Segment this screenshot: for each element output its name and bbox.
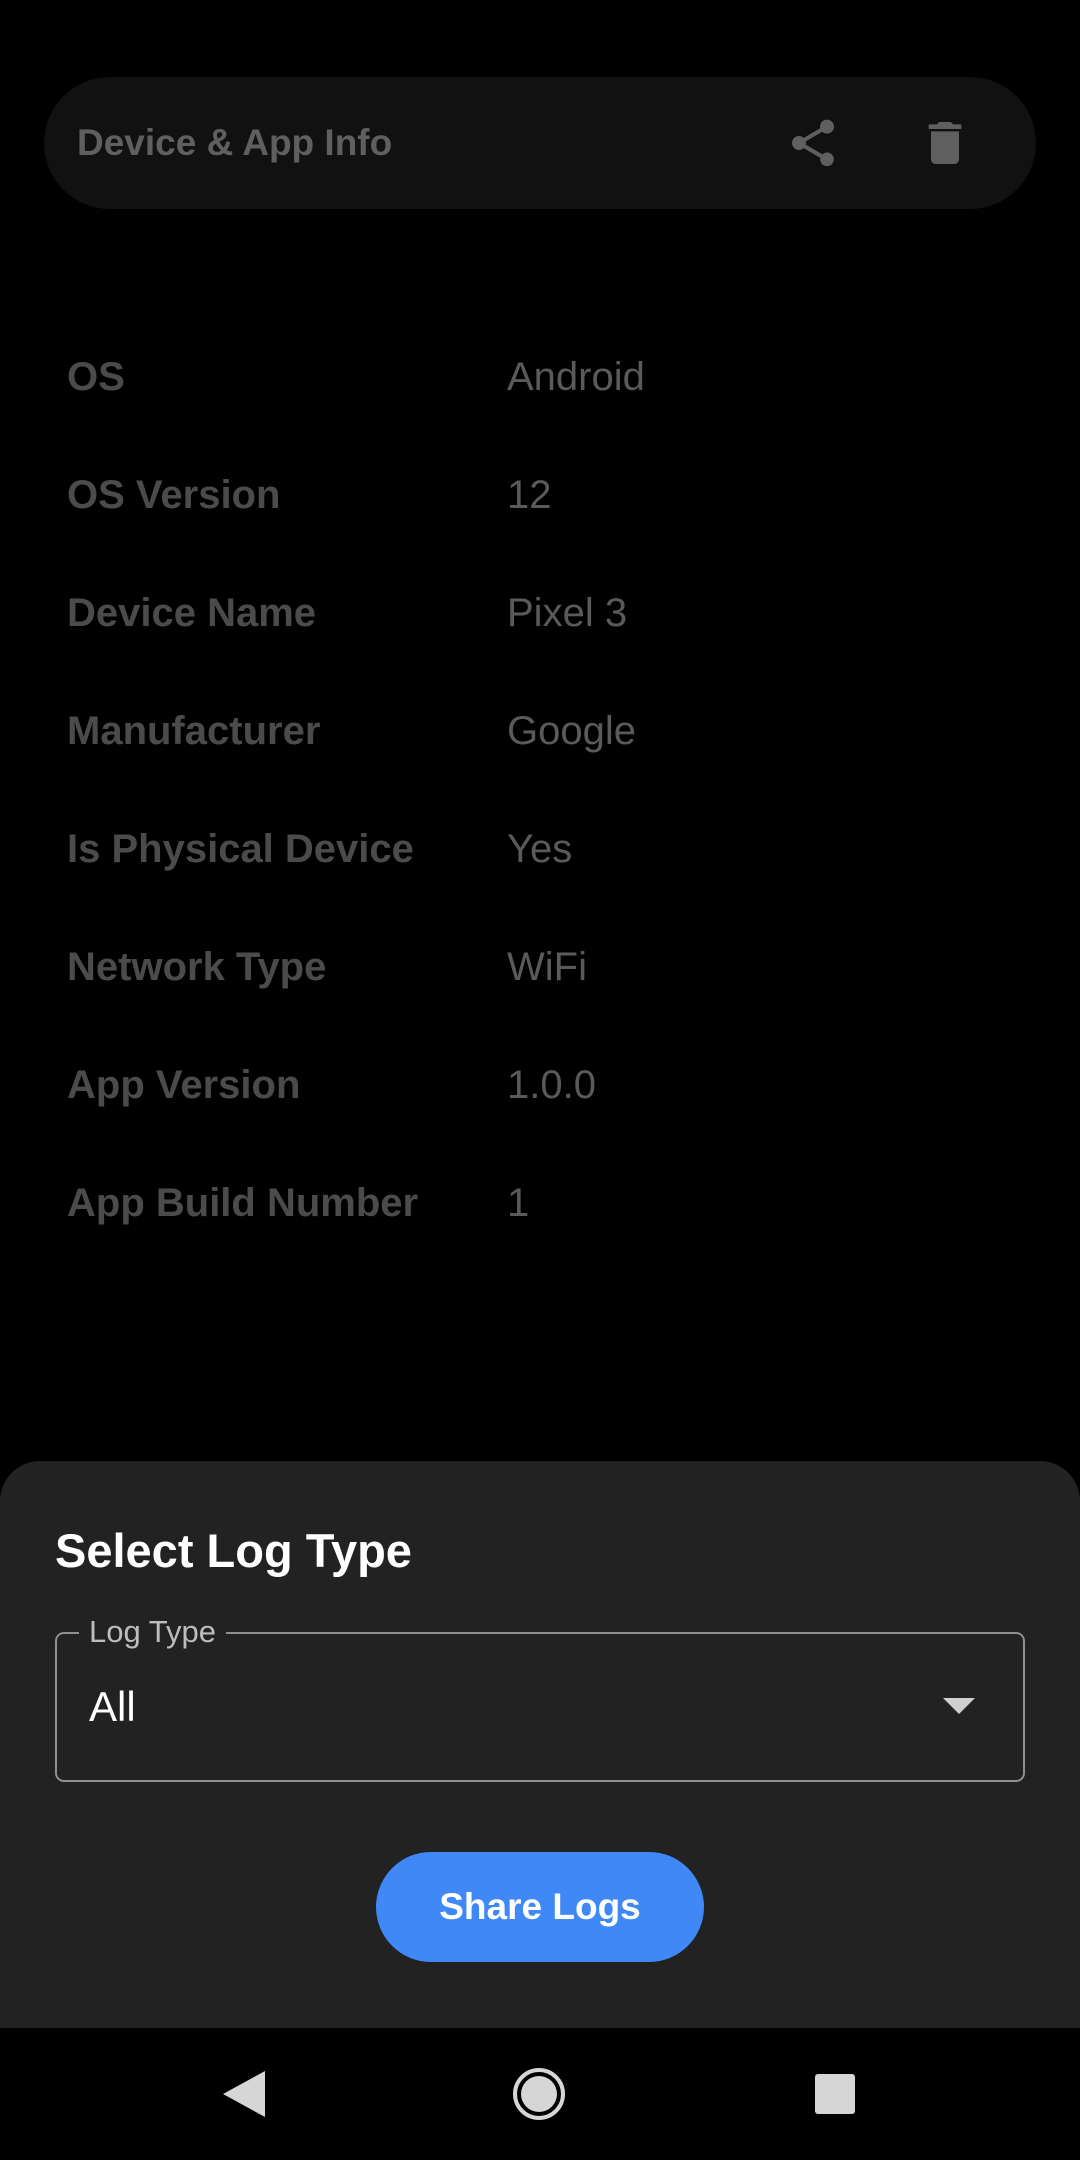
- info-row-os: OS Android: [67, 318, 1017, 436]
- page-title: Device & App Info: [77, 122, 393, 163]
- info-label: OS: [67, 355, 125, 399]
- share-icon: [792, 119, 834, 167]
- dropdown-arrow-icon: [943, 1698, 975, 1714]
- info-value: Google: [507, 709, 636, 753]
- info-label: App Version: [67, 1063, 301, 1107]
- info-value: Yes: [507, 827, 573, 871]
- log-type-dropdown[interactable]: Log Type All: [55, 1612, 1025, 1782]
- delete-icon: [928, 122, 962, 164]
- info-value: 12: [507, 473, 552, 517]
- info-row-manufacturer: Manufacturer Google: [67, 672, 1017, 790]
- info-label: Device Name: [67, 591, 317, 635]
- info-label: App Build Number: [67, 1181, 419, 1225]
- info-label: OS Version: [67, 473, 281, 517]
- log-type-bottom-sheet: Select Log Type Log Type All Share Logs: [0, 1461, 1080, 2028]
- nav-recents-button[interactable]: [799, 2058, 871, 2130]
- info-label: Is Physical Device: [67, 827, 414, 871]
- info-value: WiFi: [507, 945, 587, 989]
- info-row-app-version: App Version 1.0.0: [67, 1026, 1017, 1144]
- info-row-network-type: Network Type WiFi: [67, 908, 1017, 1026]
- info-value: 1: [507, 1181, 530, 1225]
- device-info-list: OS Android OS Version 12 Device Name Pix…: [67, 318, 1017, 1262]
- nav-back-button[interactable]: [208, 2058, 280, 2130]
- sheet-title: Select Log Type: [55, 1524, 412, 1577]
- log-type-selected-value: All: [89, 1683, 136, 1730]
- nav-home-button[interactable]: [503, 2058, 575, 2130]
- info-value: Android: [507, 355, 645, 399]
- info-row-device-name: Device Name Pixel 3: [67, 554, 1017, 672]
- device-info-screen: Device & App Info OS Android OS Version …: [0, 0, 1080, 2160]
- recents-square-icon: [815, 2074, 855, 2114]
- info-row-os-version: OS Version 12: [67, 436, 1017, 554]
- top-app-bar: Device & App Info: [44, 77, 1036, 209]
- info-label: Network Type: [67, 945, 327, 989]
- info-row-physical-device: Is Physical Device Yes: [67, 790, 1017, 908]
- info-value: Pixel 3: [507, 591, 628, 635]
- system-nav-bar: [0, 2028, 1080, 2160]
- back-triangle-icon: [223, 2071, 265, 2117]
- info-label: Manufacturer: [67, 709, 321, 753]
- info-value: 1.0.0: [507, 1063, 596, 1107]
- home-circle-icon: [513, 2068, 565, 2120]
- share-logs-button[interactable]: Share Logs: [376, 1852, 704, 1962]
- share-button[interactable]: [777, 107, 849, 179]
- info-row-app-build-number: App Build Number 1: [67, 1144, 1017, 1262]
- delete-button[interactable]: [909, 107, 981, 179]
